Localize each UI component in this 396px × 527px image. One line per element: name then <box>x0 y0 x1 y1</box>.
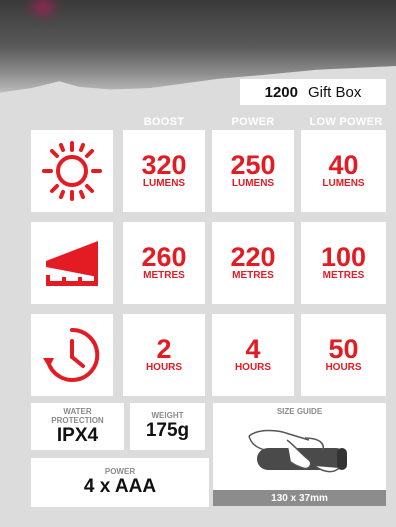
runtime-unit: HOURS <box>234 362 272 373</box>
water-protection-label: WATER PROTECTION <box>51 406 104 425</box>
lumens-unit: LUMENS <box>142 178 186 189</box>
power-label: POWER <box>104 467 136 476</box>
product-model: 1200 <box>264 83 298 101</box>
range-power-cell: 220 METRES <box>212 222 294 304</box>
column-header-power: POWER <box>231 116 275 128</box>
lumens-power-value: 250 <box>230 150 276 180</box>
range-icon <box>31 222 113 304</box>
sun-icon <box>31 130 113 212</box>
lumens-power-cell: 250 LUMENS <box>212 130 294 212</box>
size-guide-panel: SIZE GUIDE <box>213 403 386 490</box>
clock-icon <box>31 314 113 396</box>
range-boost-value: 260 <box>141 242 187 272</box>
weight-panel: WEIGHT 175g <box>130 403 205 450</box>
weight-label: WEIGHT <box>151 411 184 420</box>
lumens-low-power-cell: 40 LUMENS <box>301 130 386 212</box>
lumens-unit: LUMENS <box>322 178 365 189</box>
runtime-unit: HOURS <box>145 362 183 373</box>
hand-holding-torch-image <box>248 429 347 473</box>
weight-value: 175g <box>145 420 190 441</box>
runtime-low-power-cell: 50 HOURS <box>301 314 386 396</box>
range-low-power-value: 100 <box>320 242 367 272</box>
range-unit: METRES <box>322 270 365 281</box>
runtime-power-value: 4 <box>245 334 261 364</box>
column-header-boost: BOOST <box>143 116 185 128</box>
lumens-boost-value: 320 <box>141 150 187 180</box>
runtime-boost-cell: 2 HOURS <box>123 314 205 396</box>
size-guide-dimensions: 130 x 37mm <box>213 490 386 506</box>
product-variant: Gift Box <box>308 83 362 101</box>
size-guide-label: SIZE GUIDE <box>276 407 323 416</box>
water-protection-value: IPX4 <box>56 424 99 446</box>
runtime-unit: HOURS <box>325 362 362 373</box>
range-boost-cell: 260 METRES <box>123 222 205 304</box>
lumens-boost-cell: 320 LUMENS <box>123 130 205 212</box>
range-power-value: 220 <box>230 242 276 272</box>
power-value: 4 x AAA <box>83 476 157 497</box>
water-protection-panel: WATER PROTECTION IPX4 <box>31 403 124 450</box>
range-unit: METRES <box>232 270 274 281</box>
range-low-power-cell: 100 METRES <box>301 222 386 304</box>
product-name-box: 1200 Gift Box <box>240 79 386 105</box>
lumens-low-power-value: 40 <box>328 150 359 180</box>
red-glow <box>32 0 54 14</box>
column-header-low-power: LOW POWER <box>309 116 383 128</box>
runtime-low-power-value: 50 <box>328 334 359 364</box>
runtime-boost-value: 2 <box>156 334 172 364</box>
range-unit: METRES <box>143 270 185 281</box>
runtime-power-cell: 4 HOURS <box>212 314 294 396</box>
power-panel: POWER 4 x AAA <box>31 458 209 507</box>
lumens-unit: LUMENS <box>231 178 275 189</box>
